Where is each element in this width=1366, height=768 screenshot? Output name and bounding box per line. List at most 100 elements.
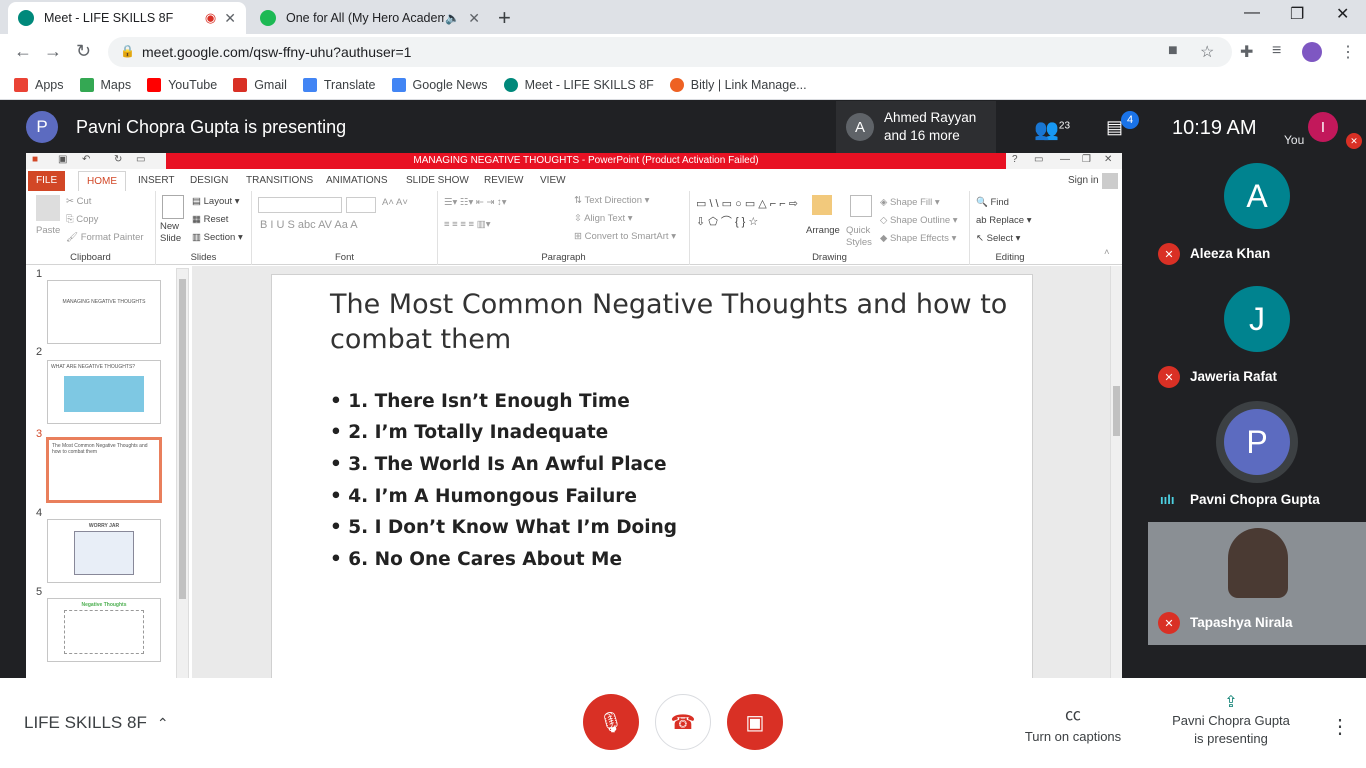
paste-button[interactable]: Paste xyxy=(36,225,60,236)
font-format-icons[interactable]: B I U S abc AV Aa A xyxy=(260,219,358,231)
align-text-button[interactable]: ⇳ Align Text ▾ xyxy=(574,213,633,224)
editing-group: 🔍 Find ab Replace ▾ ↖ Select ▾ Editing xyxy=(970,191,1050,265)
gmail-icon xyxy=(233,77,248,92)
tab-file[interactable]: FILE xyxy=(28,171,66,191)
close-tab-icon[interactable]: ✕ xyxy=(468,10,480,27)
ppt-close-icon[interactable]: ✕ xyxy=(1104,154,1112,165)
menu-icon[interactable]: ⋮ xyxy=(1340,42,1356,62)
close-window-icon[interactable]: ✕ xyxy=(1336,4,1349,24)
align-icons[interactable]: ≡ ≡ ≡ ≡ ▥▾ xyxy=(444,219,490,230)
close-tab-icon[interactable]: ✕ xyxy=(224,10,236,27)
thumbnail-slide-5[interactable]: Negative Thoughts xyxy=(47,598,161,662)
speaker-icon[interactable]: 🔈 xyxy=(445,11,460,25)
bookmark-google-news[interactable]: Google News xyxy=(391,77,488,92)
redo-icon[interactable]: ↻ xyxy=(114,154,122,165)
more-options-icon[interactable]: ⋮ xyxy=(1330,714,1350,739)
shape-effects-button[interactable]: ◆ Shape Effects ▾ xyxy=(880,233,956,244)
extensions-icon[interactable]: ✚ xyxy=(1240,42,1253,62)
undo-icon[interactable]: ↶ xyxy=(82,154,90,165)
shape-fill-button[interactable]: ◈ Shape Fill ▾ xyxy=(880,197,940,208)
participant-summary[interactable]: A Ahmed Rayyan and 16 more xyxy=(836,101,996,153)
tab-view[interactable]: VIEW xyxy=(532,171,574,191)
font-grow-icon[interactable]: A˄ A˅ xyxy=(382,197,408,208)
shape-outline-button[interactable]: ◇ Shape Outline ▾ xyxy=(880,215,958,226)
tab-slide-show[interactable]: SLIDE SHOW xyxy=(398,171,477,191)
cut-button[interactable]: ✂ Cut xyxy=(66,196,91,207)
minimize-icon[interactable]: — xyxy=(1244,4,1260,22)
reload-icon[interactable]: ↻ xyxy=(76,41,91,62)
bookmark-apps[interactable]: Apps xyxy=(14,77,64,92)
bookmark-youtube[interactable]: YouTube xyxy=(147,77,217,92)
meeting-details-button[interactable]: LIFE SKILLS 8F ⌃ xyxy=(24,713,169,733)
captions-button[interactable]: ㏄ Turn on captions xyxy=(1018,701,1128,744)
scroll-thumb[interactable] xyxy=(1113,386,1120,436)
list-icons[interactable]: ☰▾ ☷▾ ⇤ ⇥ ↕▾ xyxy=(444,197,507,208)
smartart-button[interactable]: ⊞ Convert to SmartArt ▾ xyxy=(574,231,676,242)
font-group: A˄ A˅ B I U S abc AV Aa A Font xyxy=(252,191,438,265)
replace-button[interactable]: ab Replace ▾ xyxy=(976,215,1032,226)
shapes-gallery-icon[interactable]: ▭ \ \ ▭ ○ ▭ △ ⌐ ⌐ ⇨ ⇩ ⬠ ⌒ { } ☆ xyxy=(696,195,804,231)
scroll-thumb[interactable] xyxy=(179,279,186,599)
arrange-button[interactable]: Arrange xyxy=(806,225,840,236)
bookmark-meet[interactable]: Meet - LIFE SKILLS 8F xyxy=(503,77,654,92)
participant-tile[interactable]: J ✕ Jaweria Rafat xyxy=(1148,276,1366,399)
slide-scrollbar[interactable] xyxy=(1110,266,1122,678)
quick-styles-button[interactable]: Quick Styles xyxy=(846,225,876,249)
tab-meet[interactable]: Meet - LIFE SKILLS 8F ◉ ✕ xyxy=(8,2,246,34)
section-button[interactable]: ▥ Section ▾ xyxy=(192,232,243,243)
participant-tile[interactable]: P ıılı Pavni Chopra Gupta xyxy=(1148,399,1366,522)
ppt-minimize-icon[interactable]: — xyxy=(1060,154,1070,165)
leave-call-button[interactable]: ☎ xyxy=(655,694,711,750)
people-button[interactable]: 👥23 xyxy=(1034,117,1070,142)
copy-button[interactable]: ⎘ Copy xyxy=(66,214,98,225)
media-icon[interactable]: ≡ xyxy=(1272,42,1281,60)
thumbnail-scrollbar[interactable] xyxy=(176,268,189,678)
start-slideshow-icon[interactable]: ▭ xyxy=(136,154,145,165)
tab-music[interactable]: One for All (My Hero Academ 🔈 ✕ xyxy=(250,2,490,34)
participant-tile[interactable]: A ✕ Aleeza Khan xyxy=(1148,153,1366,276)
help-icon[interactable]: ? xyxy=(1012,154,1018,165)
back-icon[interactable]: ← xyxy=(14,41,32,62)
ppt-restore-icon[interactable]: ❐ xyxy=(1082,154,1091,165)
bookmark-bitly[interactable]: Bitly | Link Manage... xyxy=(669,77,807,92)
bookmark-gmail[interactable]: Gmail xyxy=(233,77,287,92)
bookmark-translate[interactable]: Translate xyxy=(302,77,376,92)
camera-icon[interactable]: ■ xyxy=(1168,42,1178,60)
star-icon[interactable]: ☆ xyxy=(1200,42,1214,62)
tab-review[interactable]: REVIEW xyxy=(476,171,531,191)
url-field[interactable]: 🔒 meet.google.com/qsw-ffny-uhu?authuser=… xyxy=(108,37,1232,67)
layout-button[interactable]: ▤ Layout ▾ xyxy=(192,196,240,207)
forward-icon[interactable]: → xyxy=(44,41,62,62)
thumbnail-slide-1[interactable]: MANAGING NEGATIVE THOUGHTS xyxy=(47,280,161,344)
thumbnail-slide-4[interactable]: WORRY JAR xyxy=(47,519,161,583)
select-button[interactable]: ↖ Select ▾ xyxy=(976,233,1020,244)
collapse-ribbon-icon[interactable]: ˄ xyxy=(1104,247,1110,258)
new-tab-icon[interactable]: + xyxy=(498,5,511,31)
font-name-input[interactable] xyxy=(258,197,342,213)
presenting-button[interactable]: ⇪ Pavni Chopra Gupta is presenting xyxy=(1166,694,1296,748)
thumbnail-slide-3[interactable]: The Most Common Negative Thoughts and ho… xyxy=(46,437,162,503)
sign-in-link[interactable]: Sign in xyxy=(1060,171,1107,191)
profile-avatar[interactable] xyxy=(1302,42,1322,62)
text-direction-button[interactable]: ⇅ Text Direction ▾ xyxy=(574,195,649,206)
save-icon[interactable]: ▣ xyxy=(58,154,67,165)
font-size-input[interactable] xyxy=(346,197,376,213)
mic-toggle-button[interactable]: 🎙 xyxy=(583,694,639,750)
current-slide[interactable]: The Most Common Negative Thoughts and ho… xyxy=(271,274,1033,678)
reset-button[interactable]: ▦ Reset xyxy=(192,214,228,225)
thumbnail-slide-2[interactable]: WHAT ARE NEGATIVE THOUGHTS? xyxy=(47,360,161,424)
find-button[interactable]: 🔍 Find xyxy=(976,197,1009,208)
camera-toggle-button[interactable]: ▣ xyxy=(727,694,783,750)
tab-design[interactable]: DESIGN xyxy=(182,171,236,191)
tab-insert[interactable]: INSERT xyxy=(130,171,183,191)
muted-mic-icon: ✕ xyxy=(1346,133,1362,149)
tab-animations[interactable]: ANIMATIONS xyxy=(318,171,395,191)
participant-video-tile[interactable]: ✕ Tapashya Nirala xyxy=(1148,522,1366,645)
bookmark-maps[interactable]: Maps xyxy=(79,77,131,92)
ribbon-display-icon[interactable]: ▭ xyxy=(1034,154,1043,165)
new-slide-button[interactable]: New Slide xyxy=(160,221,190,245)
tab-home[interactable]: HOME xyxy=(78,171,126,191)
tab-transitions[interactable]: TRANSITIONS xyxy=(238,171,321,191)
restore-icon[interactable]: ❐ xyxy=(1290,4,1304,24)
format-painter-button[interactable]: 🖌 Format Painter xyxy=(66,232,144,243)
